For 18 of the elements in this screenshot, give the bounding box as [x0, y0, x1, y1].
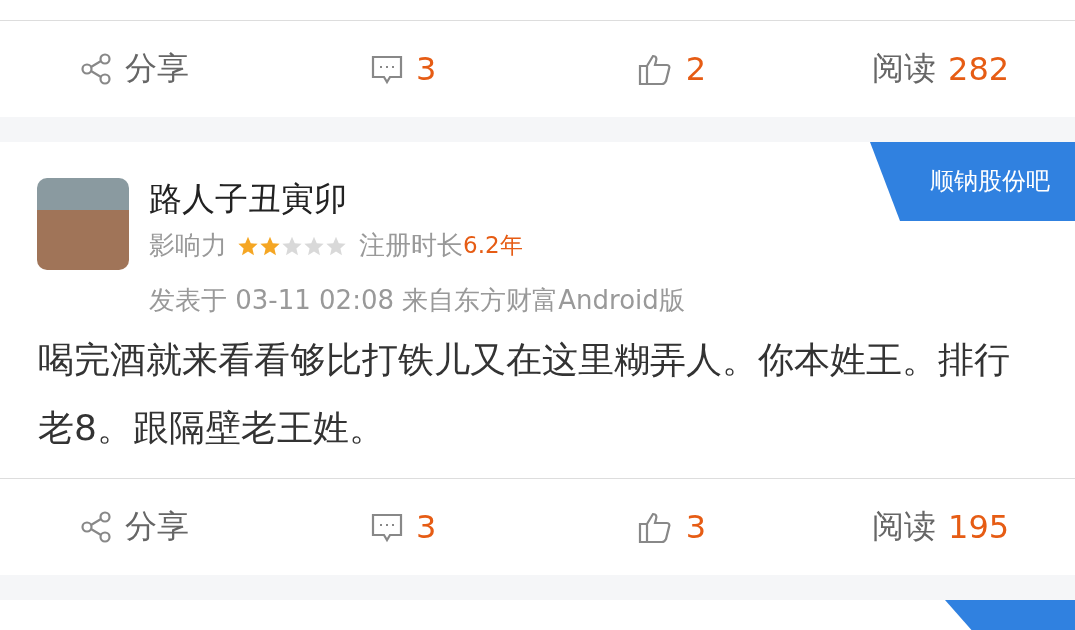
comment-count[interactable]: 3 — [415, 508, 437, 546]
registered-value: 6.2年 — [463, 231, 523, 260]
tag-banner[interactable] — [945, 600, 1075, 630]
share-label[interactable]: 分享 — [125, 505, 190, 549]
like-count[interactable]: 3 — [685, 508, 707, 546]
like-count[interactable]: 2 — [685, 50, 707, 88]
read-label: 阅读 — [872, 506, 937, 547]
share-label[interactable]: 分享 — [125, 47, 190, 91]
read-count: 282 — [948, 50, 1010, 88]
influence-label: 影响力 — [149, 229, 227, 262]
read-count: 195 — [948, 508, 1010, 546]
post-meta: 发表于 03-11 02:08 来自东方财富Android版 — [149, 284, 685, 317]
registered-label: 注册时长 — [359, 229, 463, 262]
comment-count[interactable]: 3 — [415, 50, 437, 88]
post-body: 喝完酒就来看看够比打铁儿又在这里糊弄人。你本姓王。排行老8。跟隔壁老王姓。 — [37, 338, 1011, 450]
username[interactable]: 路人子丑寅卯 — [149, 178, 685, 220]
tag-banner[interactable]: 顺钠股份吧 — [870, 142, 1075, 221]
read-label: 阅读 — [872, 48, 937, 89]
